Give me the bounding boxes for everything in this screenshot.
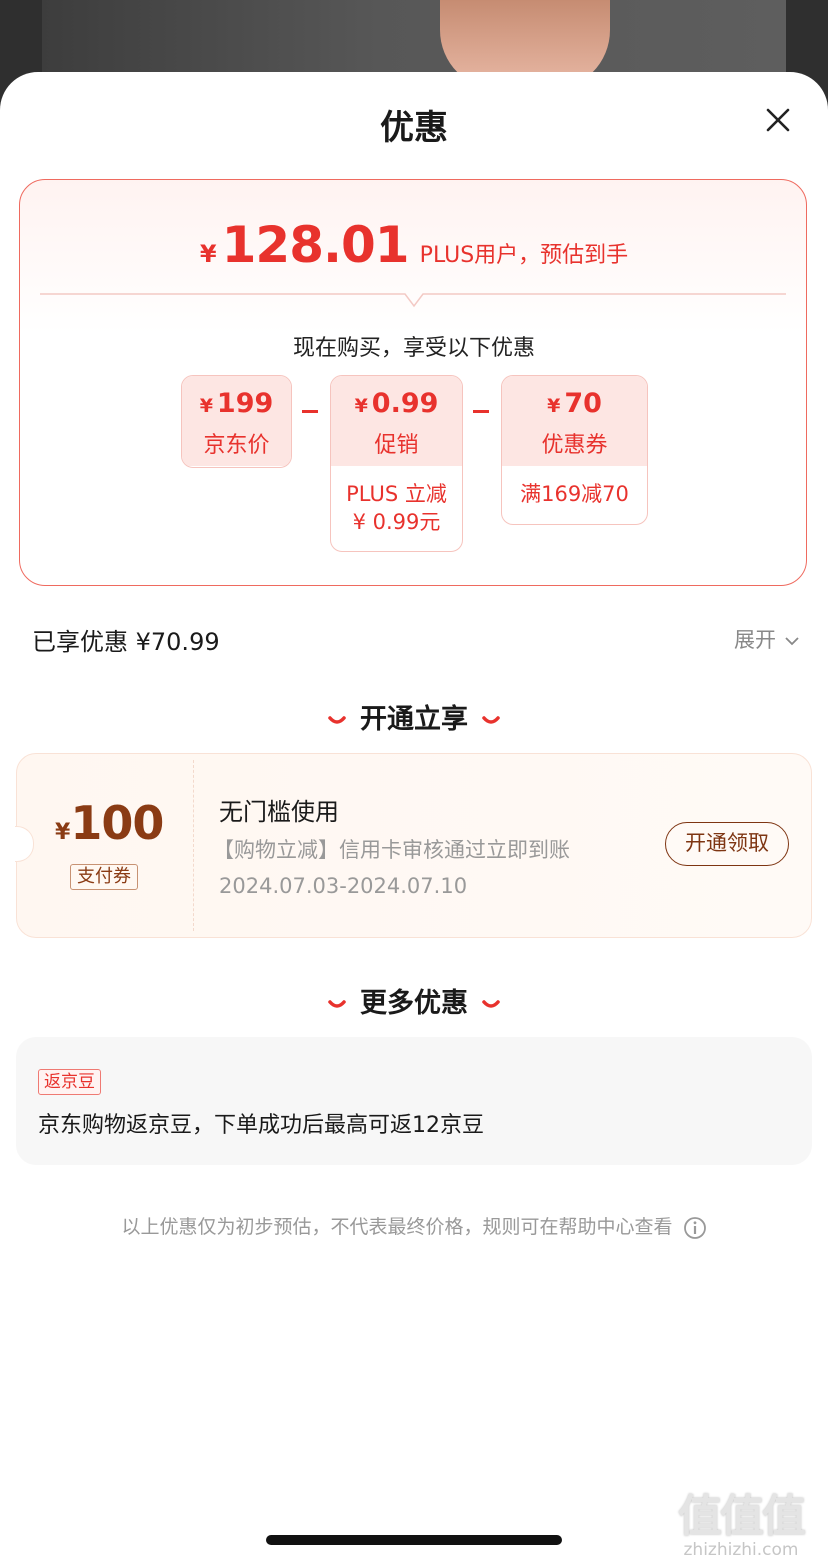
enjoyed-discount-total: 已享优惠 ¥70.99 bbox=[32, 628, 220, 656]
home-indicator[interactable] bbox=[266, 1535, 562, 1545]
discount-bottom-sheet: 优惠 ¥ 128.01 PLUS用户，预估到手 现在购买，享受以下优惠 ¥199… bbox=[0, 72, 828, 1562]
open-claim-button[interactable]: 开通领取 bbox=[665, 822, 789, 866]
coupon-amount: ¥100 bbox=[55, 796, 164, 850]
plus-discount-amount: ¥ 0.99元 bbox=[352, 510, 441, 534]
chevron-down-icon bbox=[785, 637, 799, 646]
ticket-notch bbox=[15, 826, 34, 862]
coupon-description: 【购物立减】信用卡审核通过立即到账 bbox=[213, 838, 570, 862]
coupon-value: 70 bbox=[564, 388, 602, 419]
jd-price-box: ¥199 京东价 bbox=[181, 375, 292, 468]
coupon-label: 优惠券 bbox=[541, 433, 608, 458]
bean-tag: 返京豆 bbox=[38, 1069, 101, 1095]
expand-label: 展开 bbox=[734, 628, 776, 652]
sheet-title: 优惠 bbox=[380, 108, 448, 148]
smile-ornament-icon bbox=[482, 715, 500, 724]
jd-price-label: 京东价 bbox=[203, 433, 270, 458]
disclaimer: 以上优惠仅为初步预估，不代表最终价格，规则可在帮助中心查看 bbox=[0, 1212, 828, 1240]
bean-description: 京东购物返京豆，下单成功后最高可返12京豆 bbox=[38, 1113, 484, 1138]
disclaimer-text: 以上优惠仅为初步预估，不代表最终价格，规则可在帮助中心查看 bbox=[121, 1216, 673, 1238]
pointer-divider bbox=[40, 293, 786, 308]
payment-coupon-card: ¥100 支付券 无门槛使用 【购物立减】信用卡审核通过立即到账 2024.07… bbox=[15, 753, 812, 938]
final-price-note: PLUS用户，预估到手 bbox=[419, 243, 629, 268]
currency-symbol: ¥ bbox=[199, 240, 217, 268]
expand-button[interactable]: 展开 bbox=[734, 624, 799, 654]
minus-sign bbox=[302, 410, 318, 413]
smile-ornament-icon bbox=[328, 999, 346, 1008]
site-watermark: 值值值 zhizhizhi.com bbox=[678, 1491, 806, 1560]
promotion-label: 促销 bbox=[374, 433, 419, 458]
close-icon[interactable] bbox=[760, 102, 796, 138]
coupon-validity: 2024.07.03-2024.07.10 bbox=[219, 874, 468, 898]
coupon-condition: 满169减70 bbox=[520, 482, 629, 506]
promotion-value: 0.99 bbox=[371, 388, 439, 419]
jd-price-value: 199 bbox=[216, 388, 274, 419]
minus-sign bbox=[473, 410, 489, 413]
price-summary-card: ¥ 128.01 PLUS用户，预估到手 现在购买，享受以下优惠 ¥199 京东… bbox=[19, 179, 807, 586]
smile-ornament-icon bbox=[328, 715, 346, 724]
open-section-title: 开通立享 bbox=[0, 697, 828, 736]
smile-ornament-icon bbox=[482, 999, 500, 1008]
promotion-box: ¥0.99 促销 PLUS 立减 ¥ 0.99元 bbox=[330, 375, 463, 552]
info-icon[interactable] bbox=[683, 1216, 707, 1240]
ticket-divider bbox=[193, 760, 194, 931]
final-price: 128.01 bbox=[221, 216, 410, 274]
estimated-price: ¥ 128.01 PLUS用户，预估到手 bbox=[20, 216, 808, 274]
coupon-type-tag: 支付券 bbox=[70, 864, 138, 890]
buy-now-title: 现在购买，享受以下优惠 bbox=[292, 336, 535, 361]
jd-bean-card: 返京豆 京东购物返京豆，下单成功后最高可返12京豆 bbox=[16, 1037, 812, 1165]
coupon-box: ¥70 优惠券 满169减70 bbox=[501, 375, 648, 525]
plus-discount-line: PLUS 立减 bbox=[346, 482, 447, 506]
coupon-title: 无门槛使用 bbox=[219, 798, 339, 826]
more-section-title: 更多优惠 bbox=[0, 981, 828, 1020]
